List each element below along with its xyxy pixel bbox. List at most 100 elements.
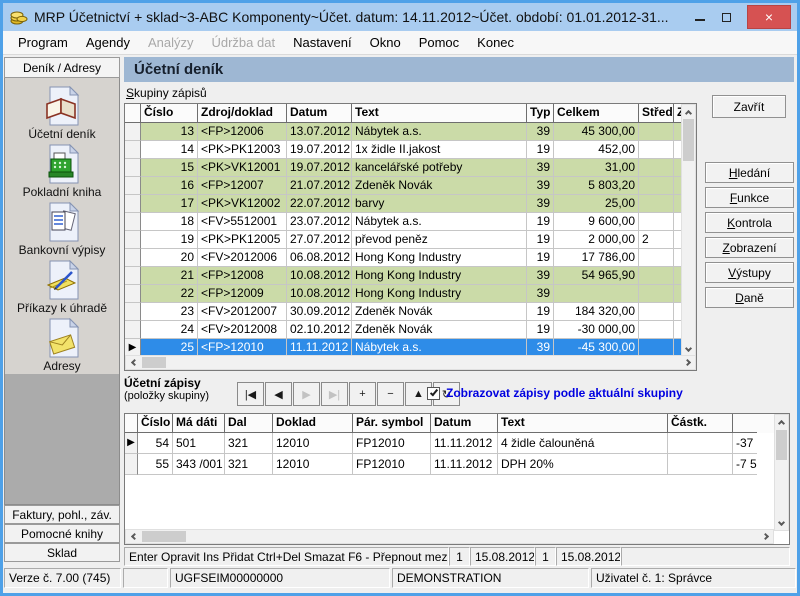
- navigator-button[interactable]: −: [377, 382, 404, 406]
- cell-castka: [668, 433, 733, 454]
- column-header[interactable]: Střed.: [639, 104, 674, 123]
- menu-item[interactable]: Pomoc: [410, 32, 468, 53]
- cell-text: kancelářské potřeby: [352, 159, 527, 177]
- group-row[interactable]: 17 <PK>VK12002 22.07.2012 barvy 39 25,00: [125, 195, 696, 213]
- sidebar-tab-denik-adresy[interactable]: Deník / Adresy: [4, 57, 120, 78]
- sidebar-item-adresy[interactable]: Adresy: [7, 316, 117, 374]
- scroll-thumb[interactable]: [142, 531, 186, 542]
- funkce-button[interactable]: Funkce: [705, 187, 794, 208]
- group-row[interactable]: 23 <FV>2012007 30.09.2012 Zdeněk Novák 1…: [125, 303, 696, 321]
- sidebar-item-ucetni-denik[interactable]: Účetní deník: [7, 84, 117, 142]
- cell-typ: 19: [527, 231, 554, 249]
- navigator-button[interactable]: |◀: [237, 382, 264, 406]
- entries-vscrollbar[interactable]: [774, 414, 789, 531]
- scroll-thumb[interactable]: [142, 357, 166, 368]
- column-header[interactable]: Typ: [527, 104, 554, 123]
- scroll-left-icon[interactable]: [126, 356, 139, 369]
- group-row[interactable]: 16 <FP>12007 21.07.2012 Zdeněk Novák 39 …: [125, 177, 696, 195]
- sidebar-button-pomocne-knihy[interactable]: Pomocné knihy: [4, 524, 120, 543]
- column-header[interactable]: [733, 414, 757, 433]
- menu-item[interactable]: Nastavení: [284, 32, 361, 53]
- scroll-up-icon[interactable]: [682, 105, 695, 118]
- navigator-button[interactable]: ▶|: [321, 382, 348, 406]
- dane-button[interactable]: Daně: [705, 287, 794, 308]
- sidebar-item-prikazy-k-uhrade[interactable]: Příkazy k úhradě: [7, 258, 117, 316]
- entry-row[interactable]: 55 343 /001 321 12010 FP12010 11.11.2012…: [125, 454, 789, 475]
- cell-celkem: -30 000,00: [554, 321, 639, 339]
- scroll-down-icon[interactable]: [775, 517, 788, 530]
- column-header[interactable]: Pár. symbol: [353, 414, 431, 433]
- cell-datum: 27.07.2012: [287, 231, 352, 249]
- group-row[interactable]: 22 <FP>12009 10.08.2012 Hong Kong Indust…: [125, 285, 696, 303]
- group-row[interactable]: 14 <PK>PK12003 19.07.2012 1x židle II.ja…: [125, 141, 696, 159]
- scroll-right-icon[interactable]: [760, 530, 773, 543]
- column-header[interactable]: Text: [498, 414, 668, 433]
- entries-hscrollbar[interactable]: [125, 529, 774, 544]
- row-marker: [125, 454, 138, 475]
- menu-item[interactable]: Program: [9, 32, 77, 53]
- show-entries-checkbox[interactable]: [427, 387, 440, 400]
- row-marker: [125, 267, 141, 285]
- scroll-up-icon[interactable]: [775, 415, 788, 428]
- navigator-button[interactable]: +: [349, 382, 376, 406]
- row-marker: [125, 213, 141, 231]
- hledani-button[interactable]: Hledání: [705, 162, 794, 183]
- navigator-button[interactable]: ◀: [265, 382, 292, 406]
- column-header[interactable]: Datum: [431, 414, 498, 433]
- column-header[interactable]: Číslo: [138, 414, 173, 433]
- hint-cell-count2: 1: [535, 547, 556, 566]
- cell-celkem: 2 000,00: [554, 231, 639, 249]
- sidebar-button-sklad[interactable]: Sklad: [4, 543, 120, 562]
- hint-cell-date2: 15.08.2012: [556, 547, 621, 566]
- scroll-left-icon[interactable]: [126, 530, 139, 543]
- groups-vscrollbar[interactable]: [681, 104, 696, 357]
- group-row[interactable]: 18 <FV>5512001 23.07.2012 Nábytek a.s. 1…: [125, 213, 696, 231]
- column-header[interactable]: Má dáti: [173, 414, 225, 433]
- column-header[interactable]: Číslo: [141, 104, 198, 123]
- scroll-right-icon[interactable]: [682, 356, 695, 369]
- menu-item[interactable]: Analýzy: [139, 32, 203, 53]
- column-header[interactable]: Částk.: [668, 414, 733, 433]
- vystupy-button[interactable]: Výstupy: [705, 262, 794, 283]
- close-window-button[interactable]: ×: [747, 5, 791, 29]
- navigator-button[interactable]: ▶: [293, 382, 320, 406]
- kontrola-button[interactable]: Kontrola: [705, 212, 794, 233]
- group-row[interactable]: 15 <PK>VK12001 19.07.2012 kancelářské po…: [125, 159, 696, 177]
- group-row[interactable]: 19 <PK>PK12005 27.07.2012 převod peněz 1…: [125, 231, 696, 249]
- column-header[interactable]: Celkem: [554, 104, 639, 123]
- group-row[interactable]: 20 <FV>2012006 06.08.2012 Hong Kong Indu…: [125, 249, 696, 267]
- menu-item[interactable]: Údržba dat: [202, 32, 284, 53]
- column-header[interactable]: Datum: [287, 104, 352, 123]
- status-version: Verze č. 7.00 (745): [4, 568, 121, 588]
- column-header[interactable]: [125, 414, 138, 433]
- cell-cislo: 18: [141, 213, 198, 231]
- column-header[interactable]: Doklad: [273, 414, 353, 433]
- groups-hscrollbar[interactable]: [125, 355, 696, 370]
- column-header[interactable]: Dal: [225, 414, 273, 433]
- minimize-button[interactable]: [687, 6, 713, 28]
- cell-cislo: 15: [141, 159, 198, 177]
- workspace: Deník / Adresy Účetní deník: [3, 55, 797, 593]
- cell-stred: [639, 213, 674, 231]
- group-row[interactable]: 24 <FV>2012008 02.10.2012 Zdeněk Novák 1…: [125, 321, 696, 339]
- scroll-thumb[interactable]: [683, 119, 694, 161]
- cell-par-symbol: FP12010: [353, 454, 431, 475]
- menu-item[interactable]: Agendy: [77, 32, 139, 53]
- menu-item[interactable]: Konec: [468, 32, 523, 53]
- zavrit-button[interactable]: Zavřít: [712, 95, 786, 118]
- group-row[interactable]: 21 <FP>12008 10.08.2012 Hong Kong Indust…: [125, 267, 696, 285]
- groups-grid-body: 13 <FP>12006 13.07.2012 Nábytek a.s. 39 …: [125, 123, 696, 357]
- zobrazeni-button[interactable]: Zobrazení: [705, 237, 794, 258]
- column-header[interactable]: Text: [352, 104, 527, 123]
- group-row[interactable]: 13 <FP>12006 13.07.2012 Nábytek a.s. 39 …: [125, 123, 696, 141]
- maximize-button[interactable]: [713, 6, 739, 28]
- scroll-thumb[interactable]: [776, 430, 787, 460]
- column-header[interactable]: [125, 104, 141, 123]
- sidebar-button-faktury[interactable]: Faktury, pohl., záv.: [4, 505, 120, 524]
- sidebar-item-bankovni-vypisy[interactable]: Bankovní výpisy: [7, 200, 117, 258]
- menu-item[interactable]: Okno: [361, 32, 410, 53]
- entry-row[interactable]: ▶ 54 501 321 12010 FP12010 11.11.2012 4 …: [125, 433, 789, 454]
- column-header[interactable]: Zdroj/doklad: [198, 104, 287, 123]
- sidebar-item-pokladni-kniha[interactable]: Pokladní kniha: [7, 142, 117, 200]
- show-entries-checkbox-label[interactable]: Zobrazovat zápisy podle aktuální skupiny: [446, 386, 683, 400]
